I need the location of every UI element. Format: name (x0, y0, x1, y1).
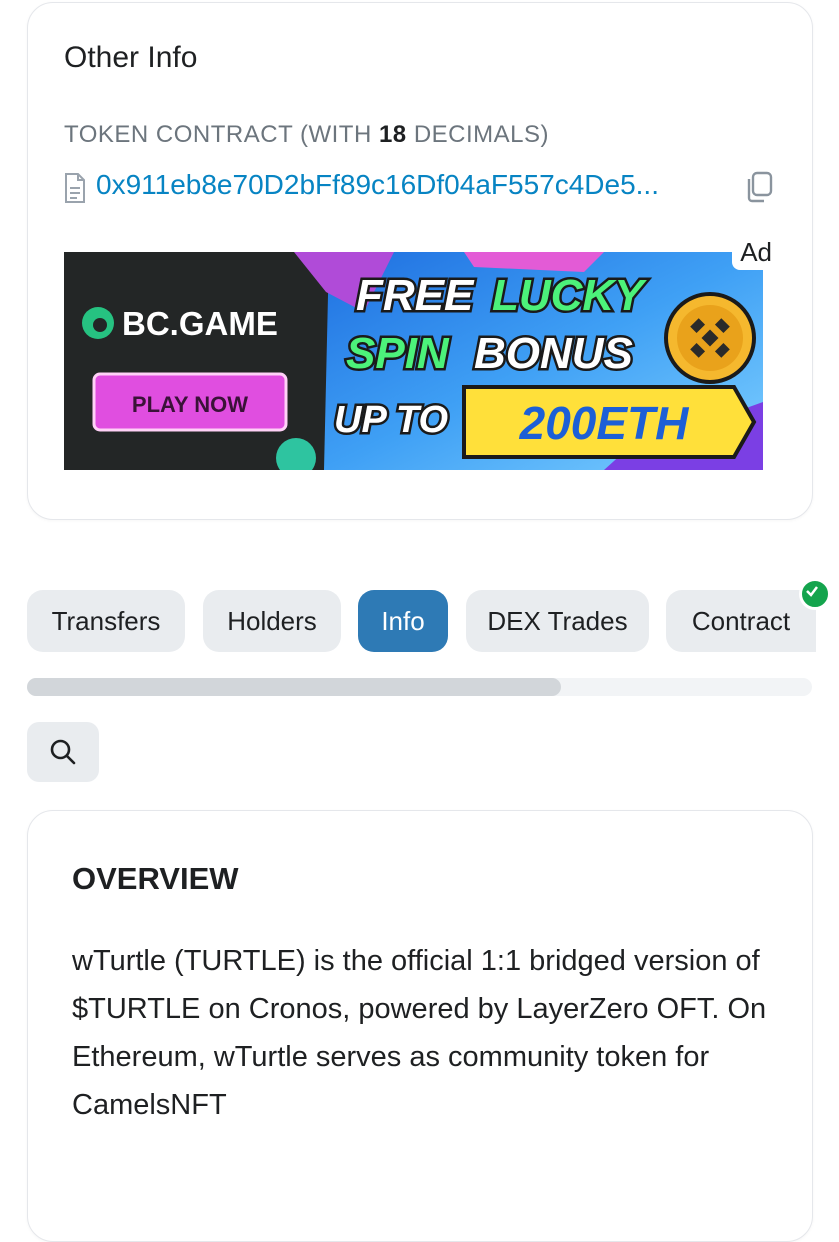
ad-line2-b: BONUS (474, 329, 633, 378)
tab-holders[interactable]: Holders (203, 590, 341, 652)
ad-line2-a: SPIN (346, 329, 450, 378)
tab-info[interactable]: Info (358, 590, 448, 652)
ad-line3-b: 200ETH (519, 397, 690, 449)
coin-icon (664, 292, 756, 384)
tab-contract[interactable]: Contract (666, 590, 816, 652)
bc-game-logo-icon (82, 307, 114, 339)
other-info-title: Other Info (64, 41, 198, 74)
ad-brand: BC.GAME (122, 305, 278, 342)
contract-label-suffix: DECIMALS) (406, 121, 550, 148)
document-icon (65, 173, 85, 203)
tab-transfers[interactable]: Transfers (27, 590, 185, 652)
decimals-count: 18 (378, 121, 407, 148)
other-info-card: Other Info TOKEN CONTRACT (WITH 18 DECIM… (27, 2, 813, 520)
verified-icon (799, 578, 831, 610)
contract-address-row: 0x911eb8e70D2bFf89c16Df04aF557c4De5... (64, 167, 776, 207)
ad-line1-b: LUCKY (492, 271, 647, 320)
overview-title: OVERVIEW (72, 861, 239, 896)
tab-dex-trades[interactable]: DEX Trades (466, 590, 649, 652)
tabs-scrollbar-thumb[interactable] (27, 678, 561, 696)
contract-address-link[interactable]: 0x911eb8e70D2bFf89c16Df04aF557c4De5... (96, 169, 736, 201)
ad-cta: PLAY NOW (132, 392, 248, 417)
overview-text: wTurtle (TURTLE) is the official 1:1 bri… (72, 945, 767, 1121)
overview-card: OVERVIEW wTurtle (TURTLE) is the officia… (27, 810, 813, 1242)
search-icon (50, 739, 76, 765)
token-contract-label: TOKEN CONTRACT (WITH 18 DECIMALS) (64, 121, 549, 149)
contract-label-prefix: TOKEN CONTRACT (WITH (64, 121, 379, 148)
search-button[interactable] (27, 722, 99, 782)
token-tabs: Transfers Holders Info DEX Trades Contra… (27, 578, 839, 652)
ad-line3-a: UP TO (334, 399, 448, 441)
copy-icon[interactable] (744, 171, 774, 203)
ad-tag: Ad (732, 235, 780, 270)
ad-line1-a: FREE (356, 271, 475, 320)
ad-play-now-button[interactable]: PLAY NOW (92, 372, 288, 432)
ad-banner[interactable]: BC.GAME PLAY NOW FREE LUCKY SPIN BONUS U… (64, 252, 763, 470)
tabs-scrollbar[interactable] (27, 678, 812, 696)
